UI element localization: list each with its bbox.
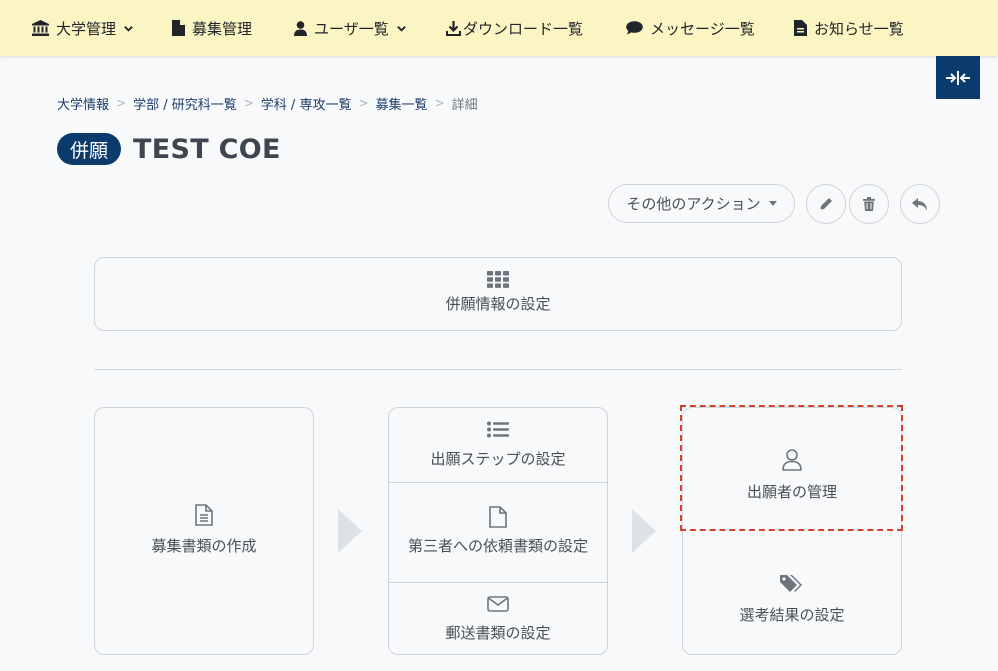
nav-item-users[interactable]: ユーザ一覧 bbox=[294, 0, 407, 56]
nav-label: ダウンロード一覧 bbox=[463, 19, 584, 38]
back-button[interactable] bbox=[900, 184, 940, 224]
nav-item-downloads[interactable]: ダウンロード一覧 bbox=[446, 0, 583, 56]
nav-item-messages[interactable]: メッセージ一覧 bbox=[626, 0, 755, 56]
card-label: 募集書類の作成 bbox=[151, 536, 257, 555]
chevron-down-icon bbox=[396, 25, 406, 32]
card-label: 出願ステップの設定 bbox=[430, 450, 566, 468]
mail-docs-card[interactable]: 郵送書類の設定 bbox=[389, 583, 607, 654]
pencil-icon bbox=[820, 198, 832, 210]
list-icon bbox=[487, 421, 509, 438]
more-actions-label: その他のアクション bbox=[626, 195, 761, 213]
breadcrumb-link-university[interactable]: 大学情報 bbox=[57, 94, 109, 113]
tags-icon bbox=[780, 574, 802, 592]
nav-label: 募集管理 bbox=[192, 19, 253, 38]
file-text-icon bbox=[195, 503, 213, 526]
compress-arrows-icon bbox=[946, 70, 970, 85]
third-party-docs-card[interactable]: 第三者への依頼書類の設定 bbox=[389, 483, 607, 582]
collapse-toggle-button[interactable] bbox=[936, 56, 980, 99]
file-icon bbox=[172, 20, 185, 36]
delete-button[interactable] bbox=[849, 184, 889, 224]
chevron-down-icon bbox=[124, 25, 133, 32]
download-icon bbox=[446, 20, 461, 36]
card-label: 第三者への依頼書類の設定 bbox=[407, 537, 588, 555]
nav-item-university[interactable]: 大学管理 bbox=[32, 0, 134, 56]
page-title: TEST COE bbox=[133, 133, 281, 165]
more-actions-dropdown[interactable]: その他のアクション bbox=[608, 184, 795, 223]
comment-icon bbox=[626, 21, 643, 35]
breadcrumb-current: 詳細 bbox=[451, 97, 478, 113]
breadcrumb-separator: > bbox=[434, 96, 445, 110]
section-divider bbox=[94, 369, 902, 370]
selection-results-card[interactable]: 選考結果の設定 bbox=[683, 532, 901, 656]
caret-down-icon bbox=[768, 201, 777, 206]
focus-highlight-outline bbox=[680, 405, 903, 531]
page-header: 併願 TEST COE bbox=[57, 132, 281, 166]
breadcrumb-link-faculties[interactable]: 学部 / 研究科一覧 bbox=[133, 94, 237, 113]
trash-icon bbox=[863, 197, 875, 211]
nav-label: ユーザ一覧 bbox=[314, 19, 389, 38]
recruitment-settings-stack: 出願ステップの設定 第三者への依頼書類の設定 郵送書類の設定 bbox=[388, 407, 608, 655]
application-steps-card[interactable]: 出願ステップの設定 bbox=[389, 408, 607, 482]
breadcrumb-separator: > bbox=[358, 96, 369, 110]
nav-item-recruitment[interactable]: 募集管理 bbox=[172, 0, 252, 56]
card-label: 併願情報の設定 bbox=[445, 295, 551, 313]
envelope-icon bbox=[487, 596, 509, 612]
breadcrumb-link-recruitments[interactable]: 募集一覧 bbox=[376, 94, 428, 113]
user-icon bbox=[294, 20, 307, 36]
breadcrumb-link-departments[interactable]: 学科 / 専攻一覧 bbox=[261, 94, 352, 113]
nav-label: お知らせ一覧 bbox=[814, 19, 904, 38]
joint-application-settings-card[interactable]: 併願情報の設定 bbox=[94, 257, 902, 331]
file-icon bbox=[489, 506, 507, 528]
type-badge: 併願 bbox=[57, 133, 122, 165]
breadcrumb-separator: > bbox=[243, 96, 254, 110]
nav-item-notices[interactable]: お知らせ一覧 bbox=[794, 0, 904, 56]
breadcrumb: 大学情報 > 学部 / 研究科一覧 > 学科 / 専攻一覧 > 募集一覧 > 詳… bbox=[57, 93, 478, 113]
university-icon bbox=[32, 20, 49, 36]
create-recruitment-docs-card[interactable]: 募集書類の作成 bbox=[94, 407, 314, 655]
top-navbar: 大学管理 募集管理 ユーザ一覧 ダウンロード一覧 メッセージ一覧 お知らせ一覧 bbox=[0, 0, 998, 56]
document-icon bbox=[794, 20, 807, 36]
grid-icon bbox=[487, 271, 509, 288]
card-label: 選考結果の設定 bbox=[739, 605, 845, 624]
card-label: 郵送書類の設定 bbox=[445, 624, 551, 642]
edit-button[interactable] bbox=[806, 184, 846, 224]
breadcrumb-separator: > bbox=[116, 96, 127, 110]
nav-label: 大学管理 bbox=[56, 19, 117, 38]
reply-icon bbox=[912, 197, 927, 210]
nav-label: メッセージ一覧 bbox=[650, 19, 755, 38]
